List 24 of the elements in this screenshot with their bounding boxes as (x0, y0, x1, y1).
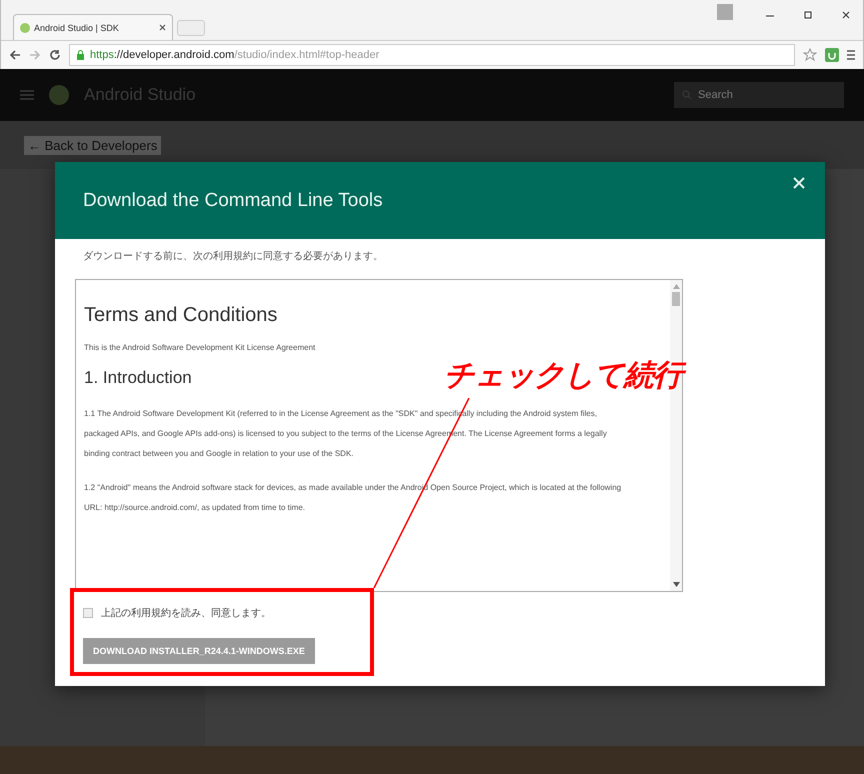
browser-tab[interactable]: Android Studio | SDK (13, 14, 173, 40)
lock-icon (76, 50, 85, 60)
star-icon[interactable] (803, 48, 817, 62)
terms-heading: Terms and Conditions (84, 304, 278, 327)
address-bar[interactable]: https://developer.android.com/studio/index.html#top-header (69, 44, 795, 66)
back-icon[interactable] (9, 49, 21, 61)
close-icon[interactable] (159, 24, 166, 31)
intro-text: ダウンロードする前に、次の利用規約に同意する必要があります。 (83, 250, 384, 263)
android-icon (20, 22, 30, 32)
search-field[interactable]: Search (674, 82, 844, 108)
scroll-up-icon[interactable] (672, 284, 680, 289)
reload-icon[interactable] (49, 49, 61, 61)
agree-label: 上記の利用規約を読み、同意します。 (101, 606, 271, 620)
section-heading: 1. Introduction (84, 368, 192, 388)
logo-icon (48, 84, 70, 106)
agree-checkbox[interactable] (83, 608, 93, 618)
menu-icon[interactable] (847, 49, 855, 61)
dialog-title: Download the Command Line Tools (83, 190, 383, 212)
maximize-icon[interactable] (803, 10, 813, 20)
scrollbar-thumb[interactable] (672, 292, 680, 306)
close-icon[interactable] (841, 10, 851, 20)
terms-subtitle: This is the Android Software Development Kit License Agreement (84, 343, 316, 352)
scroll-down-icon[interactable] (672, 582, 680, 587)
shield-icon[interactable] (825, 48, 839, 62)
